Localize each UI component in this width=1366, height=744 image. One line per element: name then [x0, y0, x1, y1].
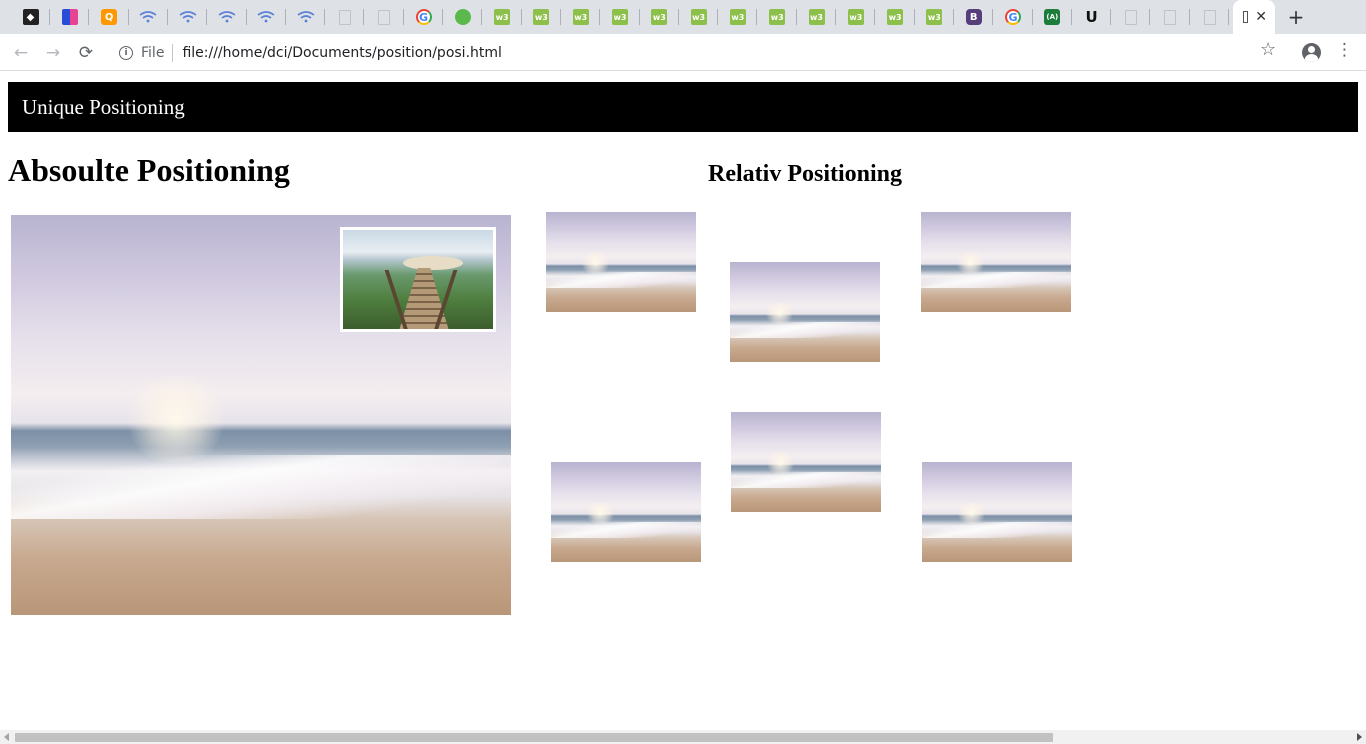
back-button[interactable]: ← — [8, 40, 34, 66]
wifi-icon — [179, 11, 197, 23]
w3schools-icon: w3 — [690, 9, 707, 25]
browser-tab[interactable]: G — [404, 0, 443, 34]
w3schools-icon: w3 — [926, 9, 943, 25]
google-icon: G — [1005, 9, 1021, 25]
tab-strip: ◆ Q Gw3 w3 w3 w3 w3 w3 w3 w3 w3 w3 w3 w3 B G (A) U ✕ + — [0, 0, 1366, 34]
browser-tab[interactable]: Q — [90, 0, 129, 34]
w3schools-icon: w3 — [808, 9, 825, 25]
browser-tab[interactable] — [286, 0, 326, 34]
file-label: File — [141, 44, 165, 61]
browser-tab[interactable]: w3 — [718, 0, 758, 34]
w3schools-icon: w3 — [769, 9, 786, 25]
wifi-icon — [297, 11, 315, 23]
orange-search-icon: Q — [101, 9, 118, 25]
google-icon: G — [415, 9, 432, 25]
kodi-icon: ◆ — [22, 9, 39, 25]
wifi-icon — [139, 11, 157, 23]
frog-icon — [454, 9, 471, 25]
browser-tab[interactable] — [168, 0, 208, 34]
relative-beach-image-2 — [730, 262, 880, 362]
wifi-icon — [218, 11, 236, 23]
browser-tab[interactable]: w3 — [876, 0, 915, 34]
browser-toolbar: ← → ⟳ i File file:///home/dci/Documents/… — [0, 34, 1366, 71]
close-tab-icon[interactable]: ✕ — [1255, 9, 1267, 25]
relative-beach-image-6 — [922, 462, 1072, 562]
browser-tab[interactable] — [50, 0, 90, 34]
w3schools-icon: w3 — [494, 9, 511, 25]
browser-tab[interactable]: U — [1072, 0, 1112, 34]
relative-beach-image-4 — [551, 462, 701, 562]
horizontal-scrollbar[interactable] — [0, 730, 1366, 744]
blank-document-icon — [338, 9, 351, 25]
browser-tab[interactable]: w3 — [601, 0, 640, 34]
address-bar[interactable]: i File file:///home/dci/Documents/positi… — [108, 38, 1300, 67]
w3schools-icon: w3 — [533, 9, 550, 25]
w3schools-icon: w3 — [847, 9, 864, 25]
new-tab-button[interactable]: + — [1284, 5, 1308, 29]
url-text[interactable]: file:///home/dci/Documents/position/posi… — [182, 45, 501, 61]
relative-beach-image-1 — [546, 212, 696, 312]
absolute-heading: Absoulte Positioning — [8, 152, 290, 188]
browser-tab[interactable] — [365, 0, 404, 34]
browser-tab[interactable] — [247, 0, 286, 34]
blank-document-icon — [1124, 9, 1137, 25]
browser-tab[interactable]: (A) — [1033, 0, 1072, 34]
blank-document-icon — [1203, 9, 1216, 25]
relative-beach-image-5 — [731, 412, 881, 512]
browser-tab[interactable]: w3 — [640, 0, 679, 34]
browser-tab[interactable] — [129, 0, 168, 34]
boardwalk-stairs-image — [340, 227, 496, 332]
bootstrap-icon: B — [965, 9, 982, 25]
bookmark-star-icon[interactable]: ☆ — [1260, 39, 1276, 60]
colorful-tiles-icon — [61, 9, 78, 25]
w3schools-icon: w3 — [612, 9, 628, 25]
forward-button[interactable]: → — [40, 40, 66, 66]
w3schools-icon: w3 — [729, 9, 746, 25]
account-icon[interactable] — [1302, 43, 1321, 62]
info-icon[interactable]: i — [119, 45, 133, 60]
browser-tab[interactable]: w3 — [483, 0, 522, 34]
blank-document-icon — [378, 9, 391, 25]
omnibox-divider — [172, 43, 174, 62]
scrollbar-thumb[interactable] — [15, 733, 1053, 742]
android-icon: (A) — [1044, 9, 1061, 25]
browser-tab[interactable]: w3 — [522, 0, 561, 34]
browser-tab[interactable] — [443, 0, 483, 34]
browser-tab[interactable]: B — [954, 0, 994, 34]
w3schools-icon: w3 — [651, 9, 668, 25]
relative-beach-image-3 — [921, 212, 1071, 312]
browser-tab[interactable] — [1151, 0, 1190, 34]
wifi-icon — [257, 11, 275, 23]
browser-tab[interactable] — [1111, 0, 1151, 34]
scroll-right-icon[interactable] — [1357, 733, 1362, 741]
document-icon — [1243, 11, 1248, 23]
w3schools-icon: w3 — [572, 9, 589, 25]
active-tab[interactable]: ✕ — [1233, 0, 1275, 34]
browser-tab[interactable]: w3 — [758, 0, 797, 34]
browser-tab[interactable] — [325, 0, 365, 34]
browser-tab[interactable]: w3 — [836, 0, 876, 34]
browser-tab[interactable]: w3 — [797, 0, 836, 34]
browser-tab[interactable]: G — [994, 0, 1033, 34]
banner-title: Unique Positioning — [22, 94, 185, 119]
page-banner: Unique Positioning — [8, 82, 1358, 132]
w3schools-icon: w3 — [887, 9, 904, 25]
browser-tab[interactable]: w3 — [679, 0, 719, 34]
browser-tab[interactable] — [1190, 0, 1229, 34]
scroll-left-icon[interactable] — [4, 733, 9, 741]
browser-tab[interactable]: w3 — [915, 0, 954, 34]
udemy-icon: U — [1085, 8, 1098, 26]
blank-document-icon — [1164, 9, 1177, 25]
reload-button[interactable]: ⟳ — [73, 40, 99, 66]
page-viewport: Unique Positioning Absoulte Positioning … — [0, 72, 1366, 730]
browser-tab[interactable] — [208, 0, 247, 34]
menu-icon[interactable]: ⋮ — [1336, 40, 1353, 60]
browser-tab[interactable]: ◆ — [11, 0, 50, 34]
relative-heading: Relativ Positioning — [708, 161, 903, 187]
browser-tab[interactable]: w3 — [561, 0, 601, 34]
